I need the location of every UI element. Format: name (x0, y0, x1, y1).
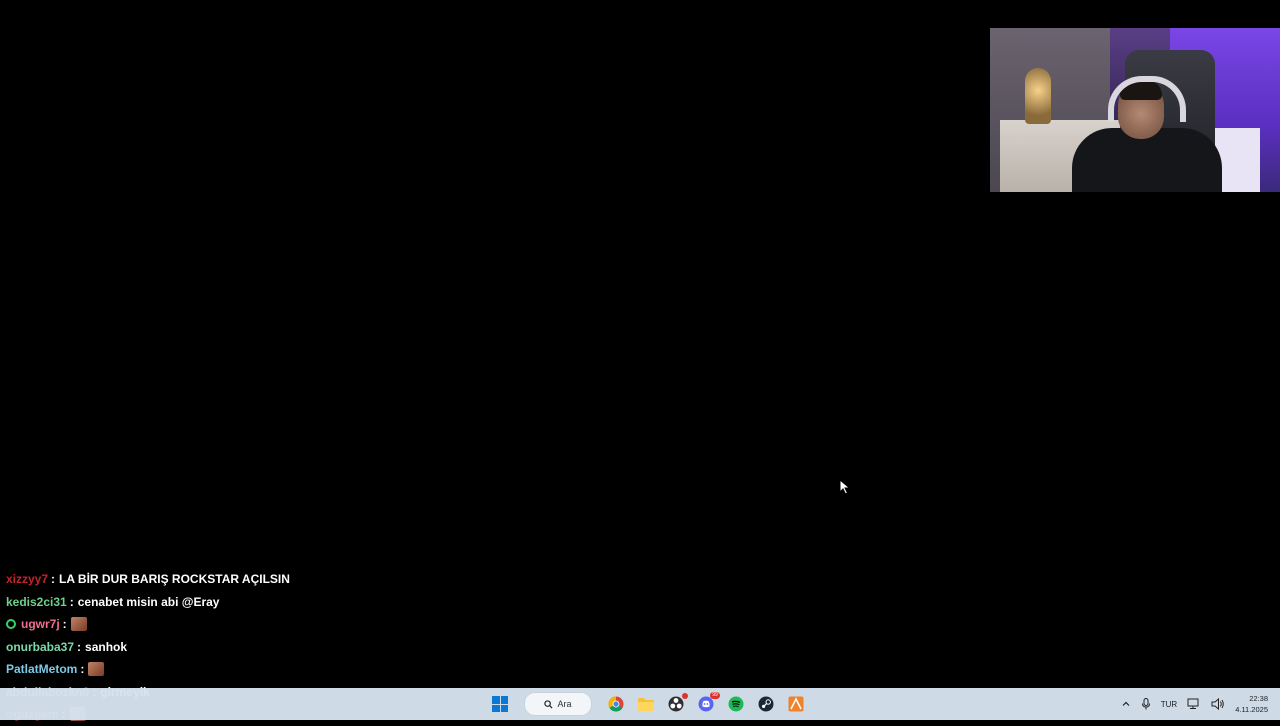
clock-date: 4.11.2025 (1235, 705, 1268, 714)
chat-message: ugwr7j: (6, 613, 426, 636)
spotify-icon (728, 696, 744, 712)
system-tray: TUR 22:38 4.11.2025 (1121, 688, 1268, 720)
chat-message: PatlatMetom: (6, 658, 426, 681)
chrome-button[interactable] (604, 692, 628, 716)
chat-message: kedis2ci31: cenabet misin abi @Eray (6, 594, 220, 609)
microphone-icon[interactable] (1141, 698, 1151, 710)
chat-username: ugwr7j (21, 617, 60, 631)
chat-username: kedis2ci31 (6, 594, 67, 609)
obs-button[interactable] (664, 692, 688, 716)
chat-message: onurbaba37: sanhok (6, 639, 128, 654)
chat-username: onurbaba37 (6, 639, 75, 654)
volume-icon[interactable] (1211, 698, 1225, 710)
obs-icon (668, 696, 684, 712)
discord-notification-badge: 99 (710, 692, 720, 699)
orange-app-icon (788, 696, 804, 712)
emote-icon (70, 617, 87, 631)
network-icon[interactable] (1187, 698, 1201, 710)
search-label: Ara (557, 699, 572, 709)
search-icon (544, 699, 553, 709)
clock[interactable]: 22:38 4.11.2025 (1235, 693, 1268, 715)
orange-app-button[interactable] (784, 692, 808, 716)
taskbar-search[interactable]: Ara (524, 692, 592, 716)
discord-button[interactable]: 99 (694, 692, 720, 716)
clock-time: 22:38 (1249, 694, 1268, 703)
webcam-lamp (1025, 68, 1051, 124)
emote-icon (88, 662, 105, 676)
webcam-overlay (990, 28, 1280, 192)
chrome-icon (608, 696, 624, 712)
taskbar: Ara 99 TUR 22:38 4.11.2025 (0, 688, 1280, 720)
steam-button[interactable] (754, 692, 778, 716)
chat-username: PatlatMetom (6, 662, 78, 676)
chat-username: xizzyy7 (6, 572, 49, 586)
chat-text: cenabet misin abi @Eray (77, 594, 220, 609)
file-explorer-button[interactable] (634, 692, 658, 716)
spotify-button[interactable] (724, 692, 748, 716)
language-indicator[interactable]: TUR (1161, 700, 1177, 709)
steam-icon (758, 696, 774, 712)
windows-logo-icon (492, 696, 508, 712)
chat-message: xizzyy7: LA BİR DUR BARIŞ ROCKSTAR AÇILSI… (6, 572, 290, 586)
chat-text: sanhok (85, 639, 128, 654)
chat-text: LA BİR DUR BARIŞ ROCKSTAR AÇILSIN (59, 572, 290, 586)
taskbar-apps: Ara 99 (488, 688, 808, 720)
subscriber-badge-icon (6, 619, 16, 629)
mouse-cursor-icon (839, 479, 851, 495)
obs-recording-dot (682, 693, 688, 699)
folder-icon (638, 698, 654, 711)
chevron-up-icon[interactable] (1121, 699, 1131, 709)
start-button[interactable] (488, 692, 512, 716)
